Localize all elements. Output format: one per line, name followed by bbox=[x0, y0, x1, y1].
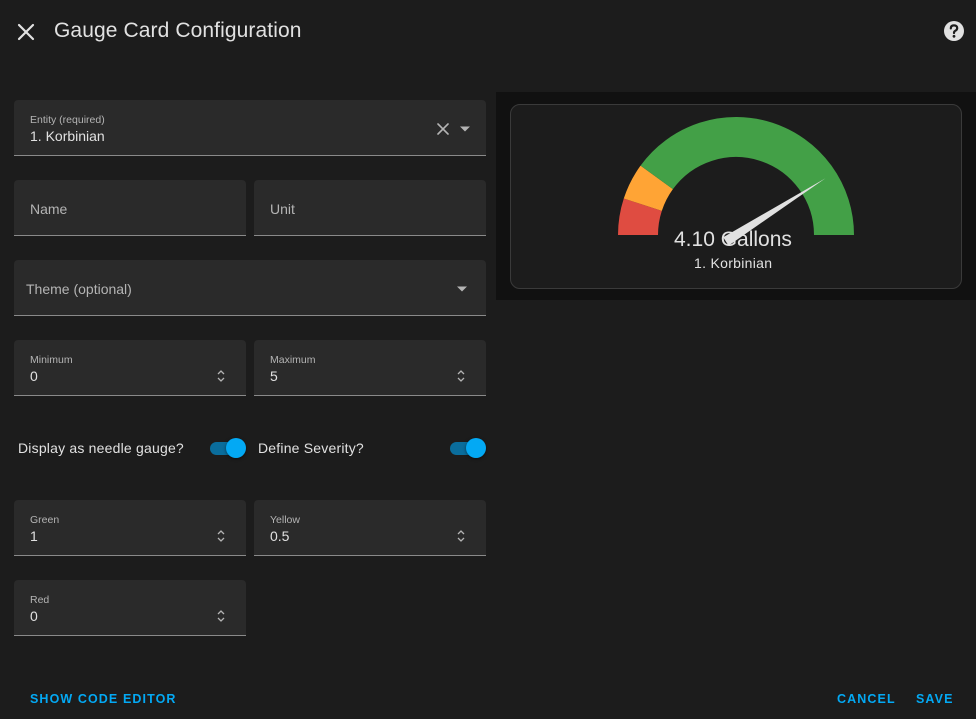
gauge-entity-name: 1. Korbinian bbox=[694, 255, 773, 271]
close-button[interactable] bbox=[14, 20, 38, 44]
needle-toggle[interactable] bbox=[210, 437, 248, 459]
close-icon bbox=[17, 23, 35, 41]
gauge-segment-red bbox=[618, 198, 663, 236]
gauge-segment-yellow bbox=[623, 165, 674, 212]
gauge-value: 4.10 Gallons bbox=[674, 228, 792, 251]
yellow-value: 0.5 bbox=[270, 528, 290, 544]
cancel-button[interactable]: CANCEL bbox=[837, 692, 896, 706]
green-value: 1 bbox=[30, 528, 38, 544]
dropdown-arrow-icon[interactable] bbox=[456, 285, 468, 293]
stepper-icon[interactable] bbox=[455, 527, 467, 545]
yellow-label: Yellow bbox=[270, 514, 300, 526]
clear-icon[interactable] bbox=[436, 122, 450, 136]
theme-select[interactable]: Theme (optional) bbox=[14, 260, 486, 316]
minimum-label: Minimum bbox=[30, 354, 73, 366]
dialog-header: Gauge Card Configuration bbox=[0, 0, 976, 64]
severity-toggle[interactable] bbox=[450, 437, 488, 459]
stepper-icon[interactable] bbox=[215, 527, 227, 545]
severity-toggle-label: Define Severity? bbox=[258, 440, 364, 456]
maximum-label: Maximum bbox=[270, 354, 316, 366]
yellow-field[interactable]: Yellow 0.5 bbox=[254, 500, 486, 556]
dialog-title: Gauge Card Configuration bbox=[54, 19, 302, 42]
toggle-thumb bbox=[226, 438, 246, 458]
name-field[interactable]: Name bbox=[14, 180, 246, 236]
maximum-value: 5 bbox=[270, 368, 278, 384]
entity-value: 1. Korbinian bbox=[30, 128, 105, 144]
red-value: 0 bbox=[30, 608, 38, 624]
toggle-thumb bbox=[466, 438, 486, 458]
entity-select[interactable]: Entity (required) 1. Korbinian bbox=[14, 100, 486, 156]
unit-field[interactable]: Unit bbox=[254, 180, 486, 236]
entity-label: Entity (required) bbox=[30, 114, 105, 126]
unit-placeholder: Unit bbox=[270, 201, 295, 217]
green-label: Green bbox=[30, 514, 60, 526]
minimum-value: 0 bbox=[30, 368, 38, 384]
show-code-editor-button[interactable]: SHOW CODE EDITOR bbox=[30, 692, 177, 706]
maximum-field[interactable]: Maximum 5 bbox=[254, 340, 486, 396]
red-label: Red bbox=[30, 594, 50, 606]
needle-toggle-label: Display as needle gauge? bbox=[18, 440, 184, 456]
red-field[interactable]: Red 0 bbox=[14, 580, 246, 636]
name-placeholder: Name bbox=[30, 201, 68, 217]
stepper-icon[interactable] bbox=[215, 367, 227, 385]
green-field[interactable]: Green 1 bbox=[14, 500, 246, 556]
help-button[interactable] bbox=[943, 20, 965, 42]
stepper-icon[interactable] bbox=[455, 367, 467, 385]
stepper-icon[interactable] bbox=[215, 607, 227, 625]
help-icon bbox=[944, 21, 964, 41]
dropdown-arrow-icon[interactable] bbox=[459, 125, 471, 133]
save-button[interactable]: SAVE bbox=[916, 692, 954, 706]
minimum-field[interactable]: Minimum 0 bbox=[14, 340, 246, 396]
theme-placeholder: Theme (optional) bbox=[26, 281, 132, 297]
gauge-segment-green bbox=[640, 117, 854, 236]
